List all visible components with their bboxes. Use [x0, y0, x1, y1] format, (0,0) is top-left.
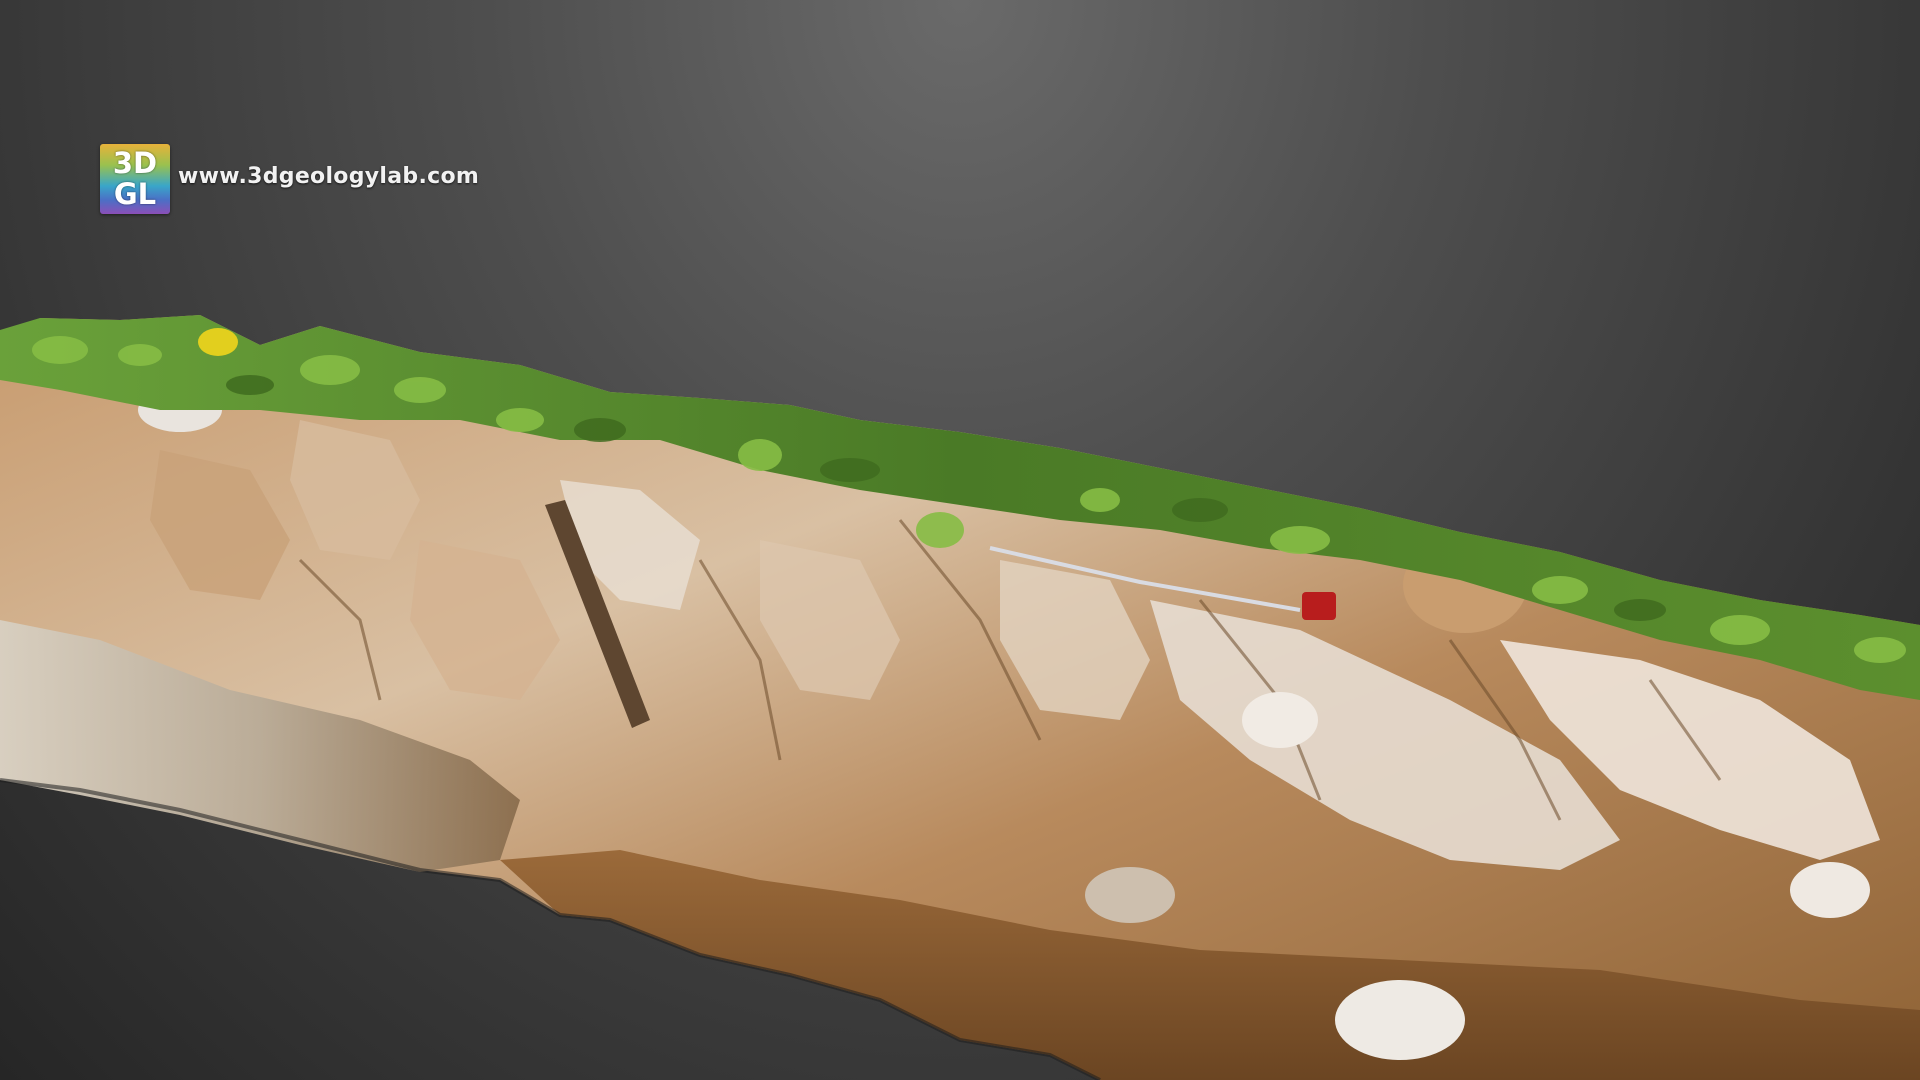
- 3d-viewer-canvas[interactable]: 3D GL www.3dgeologylab.com: [0, 0, 1920, 1080]
- logo-line-2: GL: [113, 177, 157, 211]
- logo-line-1: 3D: [112, 146, 158, 180]
- 3dgl-logo: 3D GL: [100, 144, 170, 214]
- tape-case: [1302, 592, 1336, 620]
- outcrop-model[interactable]: [0, 0, 1920, 1080]
- watermark-url: www.3dgeologylab.com: [178, 164, 480, 189]
